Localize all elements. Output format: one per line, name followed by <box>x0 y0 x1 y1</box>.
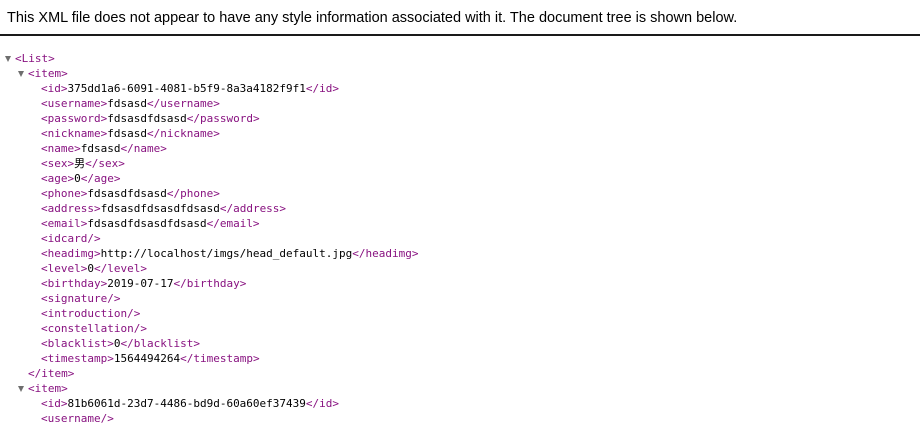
collapse-toggle-icon[interactable] <box>5 56 11 62</box>
xml-close-tag: </id> <box>305 82 340 95</box>
xml-open-tag: <headimg> <box>41 247 101 260</box>
xml-line: <id>375dd1a6-6091-4081-b5f9-8a3a4182f9f1… <box>0 81 419 96</box>
collapse-toggle-icon[interactable] <box>18 386 24 392</box>
xml-open-tag: <username> <box>41 97 108 110</box>
xml-line: <idcard/> <box>0 231 419 246</box>
xml-text-value: fdsasdfdsasdfdsasd <box>100 202 220 215</box>
xml-text-value: fdsasdfdsasdfdsasd <box>87 217 207 230</box>
xml-open-tag: <id> <box>41 82 68 95</box>
xml-line: <headimg>http://localhost/imgs/head_defa… <box>0 246 419 261</box>
xml-open-tag: <email> <box>41 217 88 230</box>
xml-line: <sex>男</sex> <box>0 156 419 171</box>
xml-open-tag: <nickname> <box>41 127 108 140</box>
xml-close-tag: </email> <box>206 217 260 230</box>
xml-open-tag: <password> <box>41 112 108 125</box>
xml-close-tag: </level> <box>93 262 147 275</box>
xml-open-tag: <blacklist> <box>41 337 114 350</box>
xml-tag: </item> <box>28 367 75 380</box>
xml-line: <level>0</level> <box>0 261 419 276</box>
xml-close-tag: </headimg> <box>352 247 419 260</box>
xml-line: <email>fdsasdfdsasdfdsasd</email> <box>0 216 419 231</box>
xml-line: <name>fdsasd</name> <box>0 141 419 156</box>
xml-close-tag: </sex> <box>85 157 125 170</box>
xml-line: <signature/> <box>0 291 419 306</box>
xml-open-tag: <id> <box>41 397 68 410</box>
xml-line: </item> <box>0 366 419 381</box>
xml-text-value: fdsasd <box>80 142 121 155</box>
xml-tag: <username/> <box>41 412 114 425</box>
xml-text-value: 1564494264 <box>113 352 181 365</box>
xml-info-banner: This XML file does not appear to have an… <box>0 0 920 36</box>
xml-line: <username/> <box>0 411 419 426</box>
xml-line: <address>fdsasdfdsasdfdsasd</address> <box>0 201 419 216</box>
xml-text-value: 0 <box>74 172 81 185</box>
xml-line: <nickname>fdsasd</nickname> <box>0 126 419 141</box>
xml-close-tag: </id> <box>305 397 340 410</box>
xml-text-value: fdsasd <box>107 127 147 140</box>
xml-text-value: 0 <box>87 262 94 275</box>
xml-close-tag: </nickname> <box>146 127 220 140</box>
xml-document-tree: <List> <item> <id>375dd1a6-6091-4081-b5f9-… <box>0 51 419 426</box>
xml-text-value: 男 <box>74 157 86 170</box>
xml-line: <id>81b6061d-23d7-4486-bd9d-60a60ef37439… <box>0 396 419 411</box>
xml-tag: <item> <box>28 382 68 395</box>
xml-line: <constellation/> <box>0 321 419 336</box>
xml-line: <phone>fdsasdfdsasd</phone> <box>0 186 419 201</box>
xml-close-tag: </blacklist> <box>120 337 200 350</box>
xml-text-value: 2019-07-17 <box>107 277 174 290</box>
xml-line: <item> <box>0 381 419 396</box>
xml-open-tag: <age> <box>41 172 75 185</box>
xml-open-tag: <name> <box>41 142 81 155</box>
xml-line: <List> <box>0 51 419 66</box>
xml-close-tag: </phone> <box>166 187 220 200</box>
xml-text-value: fdsasdfdsasd <box>107 112 187 125</box>
xml-text-value: http://localhost/imgs/head_default.jpg <box>100 247 353 260</box>
xml-tag: <item> <box>28 67 68 80</box>
xml-open-tag: <sex> <box>41 157 75 170</box>
xml-close-tag: </age> <box>80 172 121 185</box>
xml-open-tag: <timestamp> <box>41 352 114 365</box>
xml-line: <item> <box>0 66 419 81</box>
banner-message: This XML file does not appear to have an… <box>7 10 738 26</box>
xml-text-value: 375dd1a6-6091-4081-b5f9-8a3a4182f9f1 <box>67 82 306 95</box>
xml-tag: <List> <box>15 52 55 65</box>
xml-open-tag: <birthday> <box>41 277 108 290</box>
xml-line: <introduction/> <box>0 306 419 321</box>
xml-text-value: 81b6061d-23d7-4486-bd9d-60a60ef37439 <box>67 397 306 410</box>
xml-open-tag: <address> <box>41 202 101 215</box>
xml-close-tag: </name> <box>120 142 167 155</box>
xml-close-tag: </address> <box>219 202 287 215</box>
xml-tag: <signature/> <box>41 292 121 305</box>
xml-close-tag: </password> <box>186 112 260 125</box>
xml-tag: <introduction/> <box>41 307 141 320</box>
xml-close-tag: </birthday> <box>173 277 247 290</box>
xml-close-tag: </timestamp> <box>180 352 260 365</box>
xml-line: <password>fdsasdfdsasd</password> <box>0 111 419 126</box>
xml-text-value: fdsasd <box>107 97 147 110</box>
xml-line: <timestamp>1564494264</timestamp> <box>0 351 419 366</box>
xml-line: <username>fdsasd</username> <box>0 96 419 111</box>
xml-tag: <constellation/> <box>41 322 147 335</box>
xml-line: <blacklist>0</blacklist> <box>0 336 419 351</box>
xml-line: <birthday>2019-07-17</birthday> <box>0 276 419 291</box>
collapse-toggle-icon[interactable] <box>18 71 24 77</box>
xml-open-tag: <level> <box>41 262 88 275</box>
xml-tag: <idcard/> <box>41 232 101 245</box>
xml-line: <age>0</age> <box>0 171 419 186</box>
xml-open-tag: <phone> <box>41 187 88 200</box>
xml-text-value: fdsasdfdsasd <box>87 187 167 200</box>
xml-close-tag: </username> <box>146 97 220 110</box>
